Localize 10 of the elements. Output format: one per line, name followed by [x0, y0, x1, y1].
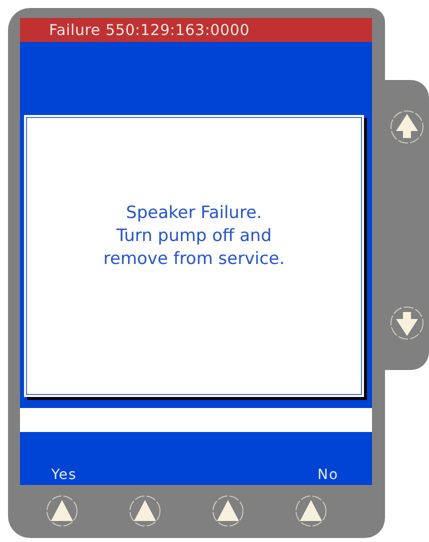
softkey-label: No [317, 467, 339, 483]
softkey-label: Yes [51, 467, 77, 483]
scroll-up-button[interactable] [390, 110, 424, 144]
softkey-button[interactable] [294, 494, 328, 528]
failure-title: Failure 550:129:163:0000 [49, 21, 250, 39]
failure-message: Speaker Failure. Turn pump off and remove from service. [103, 202, 285, 270]
softkey-button[interactable] [44, 494, 78, 528]
scroll-down-button[interactable] [390, 306, 424, 340]
softkey-button[interactable] [210, 494, 244, 528]
softkey-button[interactable] [128, 494, 162, 528]
